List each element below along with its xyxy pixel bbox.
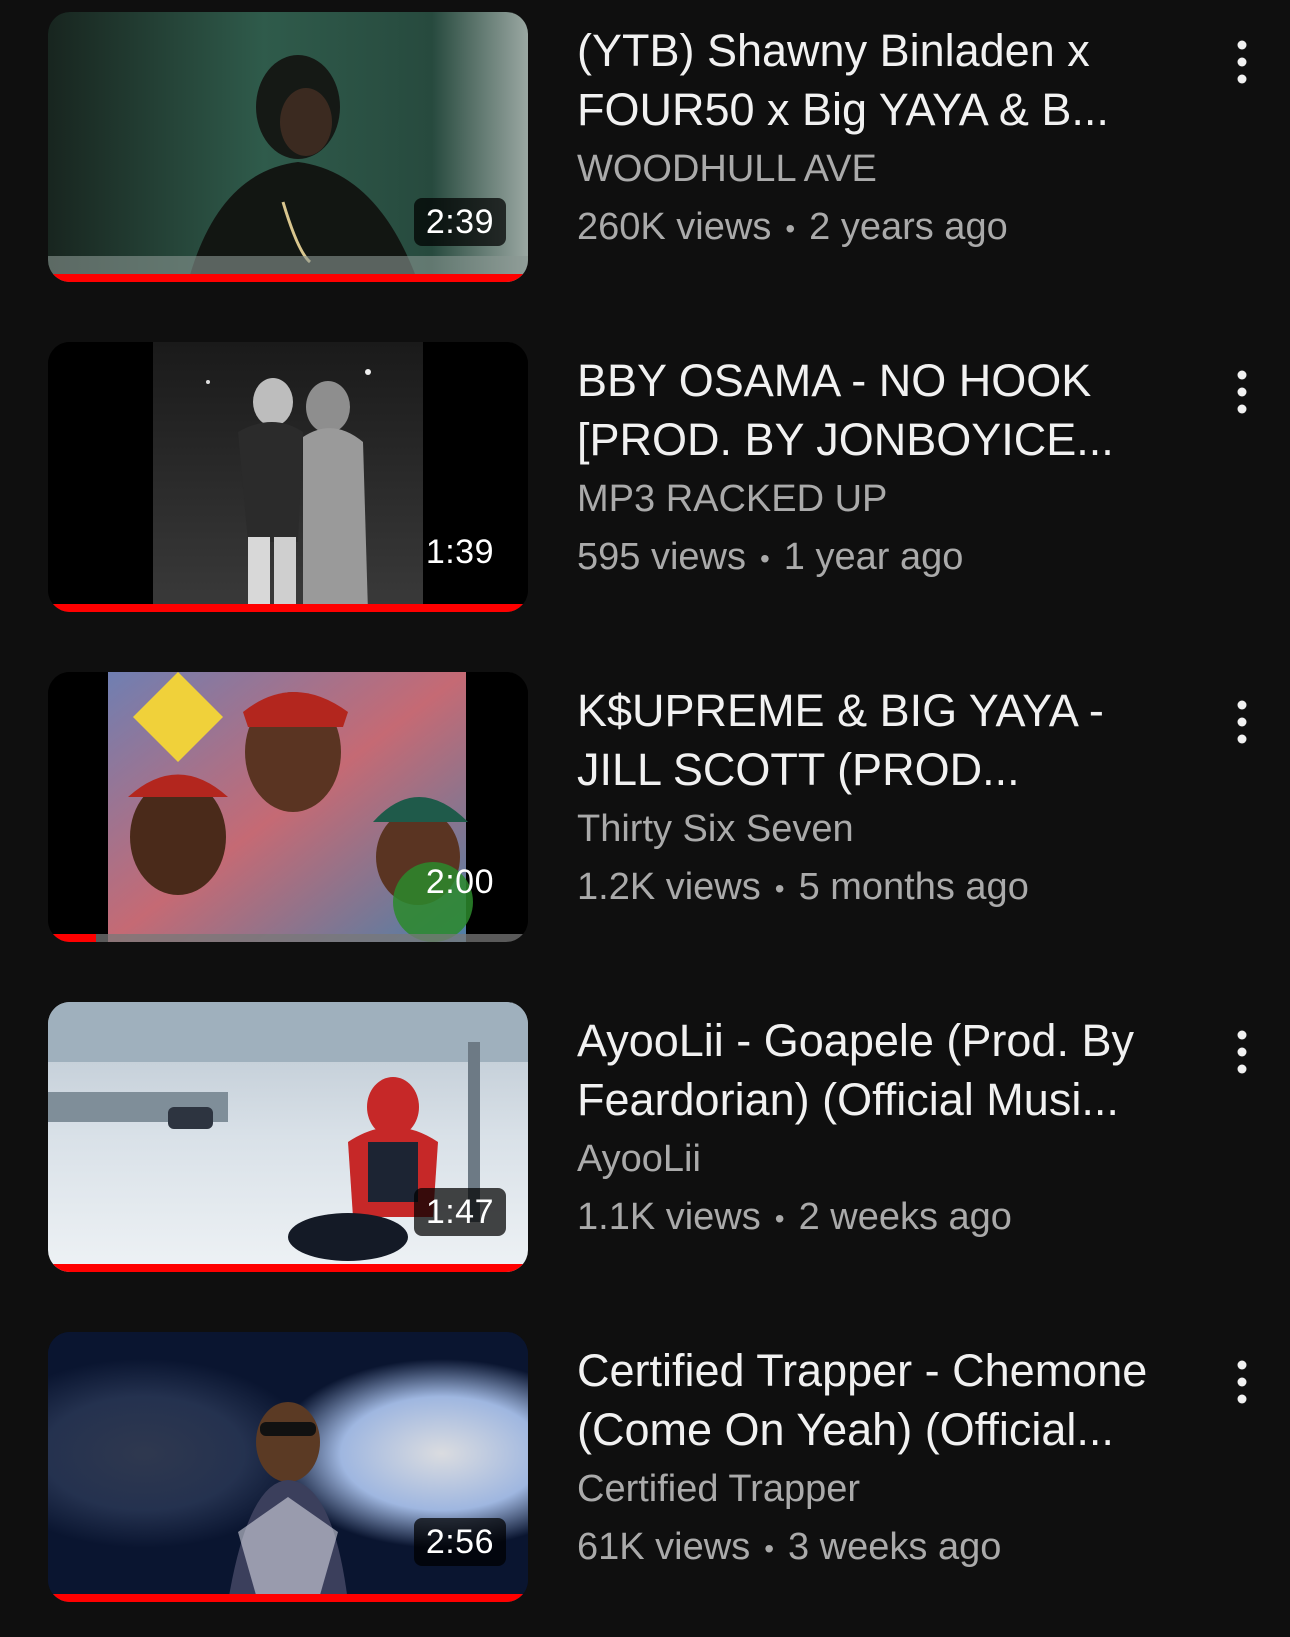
more-vert-icon[interactable] [1216, 692, 1268, 752]
video-item[interactable]: 2:39 (YTB) Shawny Binladen x FOUR50 x Bi… [0, 12, 1290, 292]
video-title[interactable]: Certified Trapper - Chemone (Come On Yea… [577, 1341, 1217, 1459]
video-thumbnail[interactable]: 1:39 [48, 342, 528, 612]
video-item[interactable]: 2:56 Certified Trapper - Chemone (Come O… [0, 1332, 1290, 1612]
video-stats: 260K views • 2 years ago [577, 204, 1217, 252]
video-duration: 2:00 [425, 863, 494, 901]
video-item[interactable]: 2:00 K$UPREME & BIG YAYA - JILL SCOTT (P… [0, 672, 1290, 952]
video-duration: 2:39 [413, 198, 506, 246]
video-thumbnail[interactable]: 1:47 [48, 1002, 528, 1272]
view-count: 1.2K views [577, 866, 761, 908]
video-item[interactable]: 1:39 BBY OSAMA - NO HOOK [PROD. BY JONBO… [0, 342, 1290, 622]
video-stats: 61K views • 3 weeks ago [577, 1524, 1217, 1572]
video-title[interactable]: K$UPREME & BIG YAYA - JILL SCOTT (PROD..… [577, 681, 1217, 799]
view-count: 595 views [577, 536, 746, 578]
watch-progress-fill [48, 1264, 528, 1272]
video-list: 2:39 (YTB) Shawny Binladen x FOUR50 x Bi… [0, 0, 1290, 1637]
watch-progress-bar [48, 274, 528, 282]
more-vert-icon[interactable] [1216, 362, 1268, 422]
view-count: 260K views [577, 206, 772, 248]
video-duration: 1:39 [425, 533, 494, 571]
video-title[interactable]: (YTB) Shawny Binladen x FOUR50 x Big YAY… [577, 21, 1217, 139]
view-count: 61K views [577, 1526, 751, 1568]
video-title[interactable]: AyooLii - Goapele (Prod. By Feardorian) … [577, 1011, 1217, 1129]
channel-name[interactable]: Thirty Six Seven [577, 806, 1217, 852]
video-duration: 2:56 [413, 1518, 506, 1566]
video-stats: 1.1K views • 2 weeks ago [577, 1194, 1217, 1242]
upload-age: 1 year ago [783, 536, 964, 578]
video-stats: 1.2K views • 5 months ago [577, 864, 1217, 912]
channel-name[interactable]: Certified Trapper [577, 1466, 1217, 1512]
video-duration: 1:47 [413, 1188, 506, 1236]
separator-dot: • [785, 212, 796, 244]
separator-dot: • [764, 1532, 775, 1564]
video-stats: 595 views • 1 year ago [577, 534, 1217, 582]
video-meta[interactable]: (YTB) Shawny Binladen x FOUR50 x Big YAY… [577, 12, 1217, 252]
more-vert-icon[interactable] [1216, 1352, 1268, 1412]
upload-age: 5 months ago [798, 866, 1029, 908]
more-vert-icon[interactable] [1216, 1022, 1268, 1082]
video-meta[interactable]: Certified Trapper - Chemone (Come On Yea… [577, 1332, 1217, 1572]
watch-progress-fill [48, 274, 528, 282]
watch-progress-bar [48, 1264, 528, 1272]
channel-name[interactable]: WOODHULL AVE [577, 146, 1217, 192]
video-thumbnail[interactable]: 2:39 [48, 12, 528, 282]
video-thumbnail[interactable]: 2:56 [48, 1332, 528, 1602]
watch-progress-bar [48, 1594, 528, 1602]
separator-dot: • [774, 1202, 785, 1234]
video-thumbnail[interactable]: 2:00 [48, 672, 528, 942]
upload-age: 3 weeks ago [788, 1526, 1002, 1568]
watch-progress-bar [48, 934, 528, 942]
upload-age: 2 years ago [809, 206, 1008, 248]
watch-progress-fill [48, 934, 96, 942]
video-item[interactable]: 1:47 AyooLii - Goapele (Prod. By Feardor… [0, 1002, 1290, 1282]
channel-name[interactable]: AyooLii [577, 1136, 1217, 1182]
watch-progress-fill [48, 1594, 528, 1602]
watch-progress-bar [48, 604, 528, 612]
video-meta[interactable]: AyooLii - Goapele (Prod. By Feardorian) … [577, 1002, 1217, 1242]
upload-age: 2 weeks ago [798, 1196, 1012, 1238]
watch-progress-fill [48, 604, 528, 612]
video-meta[interactable]: K$UPREME & BIG YAYA - JILL SCOTT (PROD..… [577, 672, 1217, 912]
view-count: 1.1K views [577, 1196, 761, 1238]
separator-dot: • [759, 542, 770, 574]
channel-name[interactable]: MP3 RACKED UP [577, 476, 1217, 522]
more-vert-icon[interactable] [1216, 32, 1268, 92]
separator-dot: • [774, 872, 785, 904]
video-meta[interactable]: BBY OSAMA - NO HOOK [PROD. BY JONBOYICE.… [577, 342, 1217, 582]
video-title[interactable]: BBY OSAMA - NO HOOK [PROD. BY JONBOYICE.… [577, 351, 1217, 469]
